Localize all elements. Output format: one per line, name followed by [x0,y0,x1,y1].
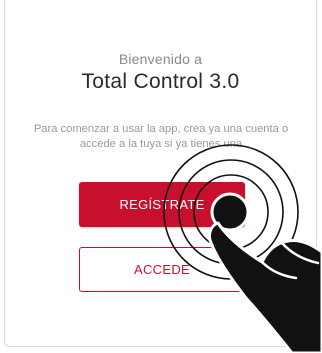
register-button[interactable]: REGÍSTRATE [79,182,245,227]
intro-text: Para comenzar a usar la app, crea ya una… [33,123,289,150]
greeting-text: Bienvenido a [118,51,203,67]
app-screen: Bienvenido a Total Control 3.0 Para come… [4,0,317,347]
login-button[interactable]: ACCEDE [79,247,245,292]
login-button-label: ACCEDE [134,262,190,277]
app-title: Total Control 3.0 [81,70,240,93]
register-button-label: REGÍSTRATE [119,197,205,212]
